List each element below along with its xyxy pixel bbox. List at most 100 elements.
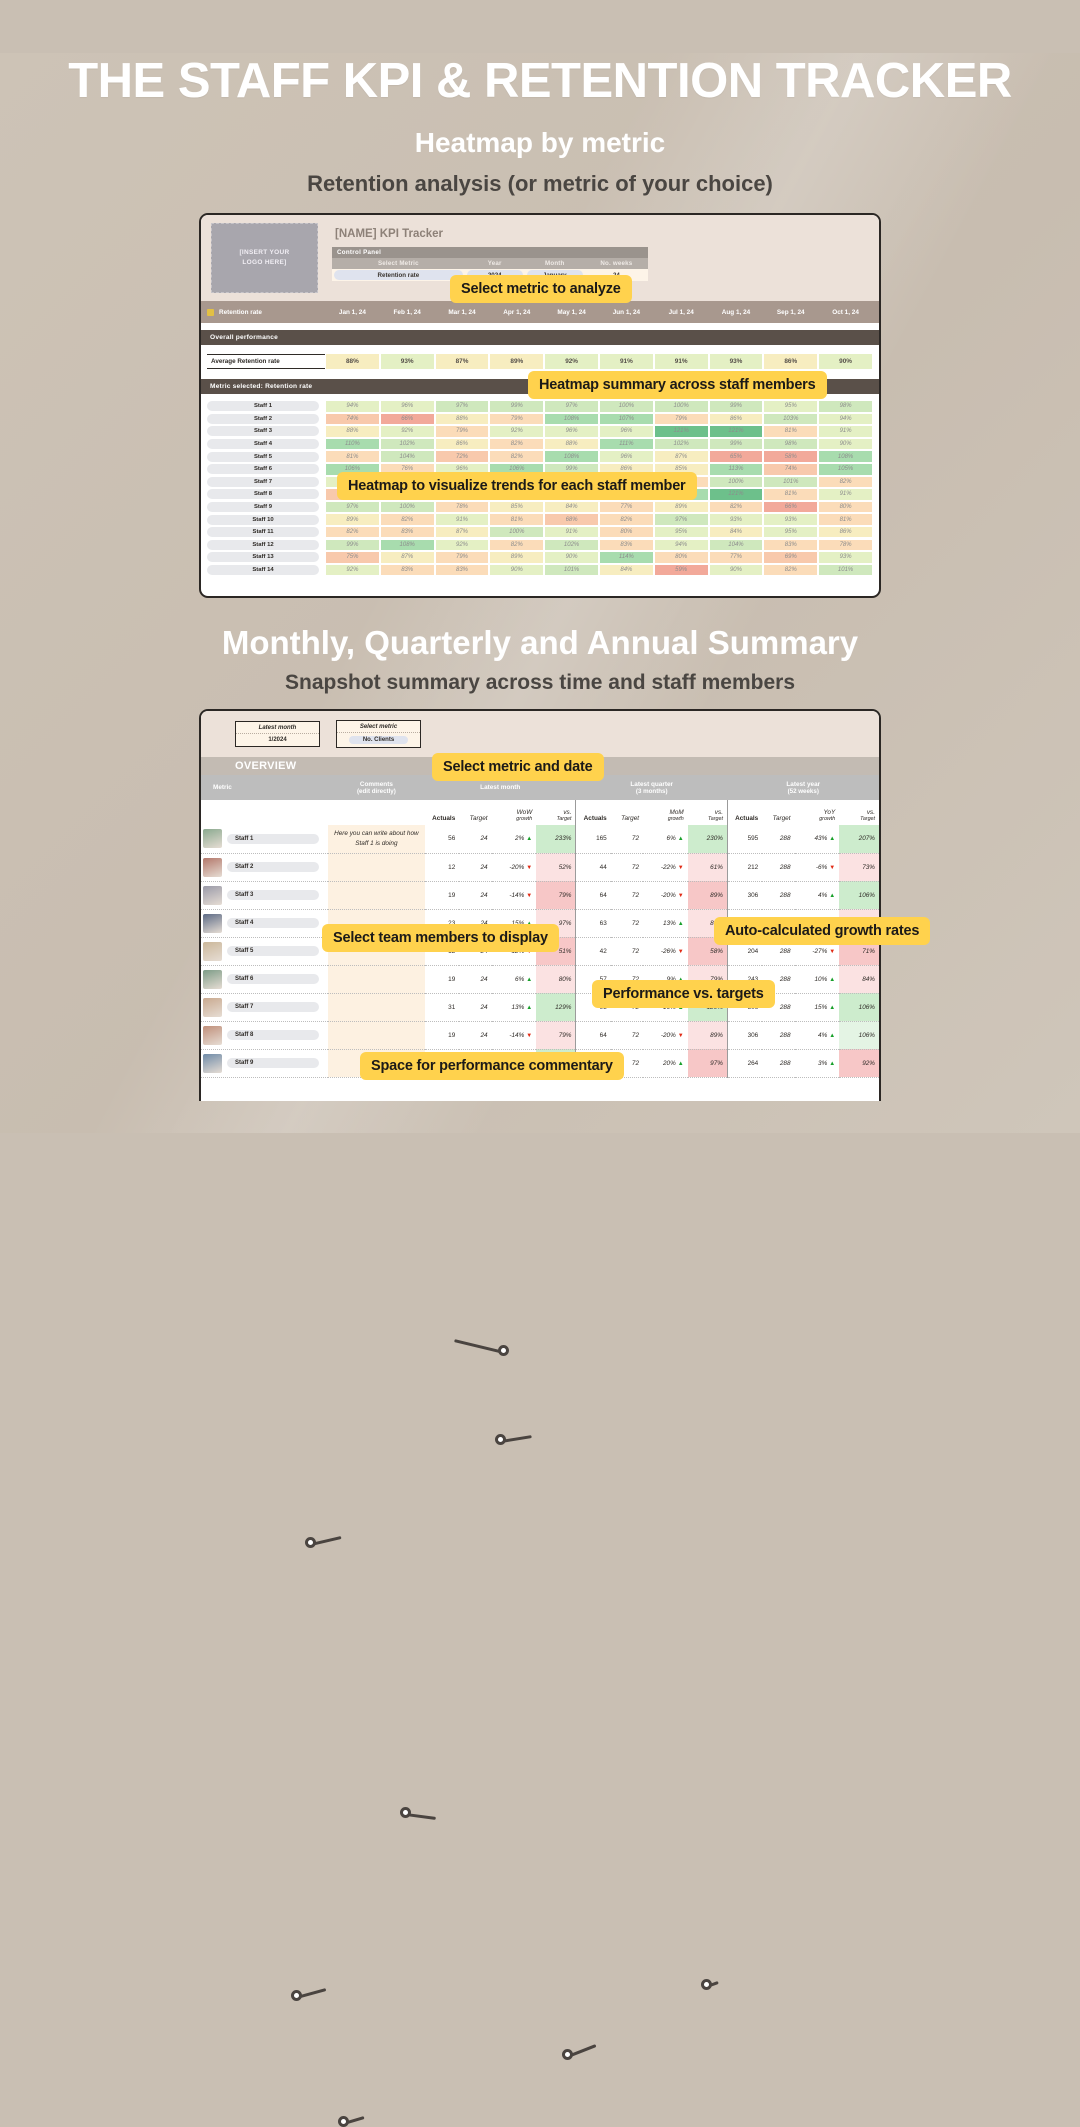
heatmap-row: Staff 10 89% 82% 91% 81% 68% 82% 97% 93% 93% 81% <box>207 513 873 526</box>
heatmap-cell: 100% <box>490 526 544 538</box>
staff-name-pill[interactable]: Staff 13 <box>207 552 319 563</box>
logo-placeholder[interactable]: [INSERT YOUR LOGO HERE] <box>211 223 318 293</box>
heatmap-cell: 101% <box>545 564 598 576</box>
staff-cell[interactable]: Staff 6 <box>201 965 329 994</box>
m-growth-cell: 13% ▲ <box>491 993 537 1022</box>
table-row: Staff 619246%▲80%57729%▲79%24328810%▲84% <box>201 965 879 994</box>
q-actuals-cell: 44 <box>575 853 611 882</box>
heatmap-row: Staff 5 81% 104% 72% 82% 108% 96% 87% 65% 58% 108% <box>207 450 873 463</box>
staff-name-pill[interactable]: Staff 6 <box>207 464 319 475</box>
header-comments: Comments (edit directly) <box>328 775 425 800</box>
staff-name-pill[interactable]: Staff 4 <box>207 439 319 450</box>
staff-cell[interactable]: Staff 7 <box>201 993 329 1022</box>
q-growth-cell: -20% ▼ <box>643 1021 688 1050</box>
heatmap-cell: 75% <box>326 552 379 563</box>
heatmap-cell: 88% <box>435 413 489 425</box>
heatmap-cell: 74% <box>326 413 379 425</box>
metric-select[interactable]: Retention rate <box>332 269 465 281</box>
y-actuals-cell: 306 <box>726 881 763 910</box>
q-growth-cell: 6% ▲ <box>643 825 688 854</box>
average-cell: 87% <box>435 354 489 369</box>
staff-name-pill[interactable]: Staff 2 <box>227 862 319 872</box>
staff-cell[interactable]: Staff 5 <box>201 937 329 966</box>
staff-name-pill[interactable]: Staff 1 <box>207 401 319 412</box>
header-latest-year: Latest year (52 weeks) <box>727 775 879 800</box>
staff-name-pill[interactable]: Staff 5 <box>207 451 319 462</box>
m-target-cell: 24 <box>459 881 492 910</box>
comment-cell[interactable] <box>328 881 425 910</box>
select-metric-value: No. Clients <box>348 736 409 744</box>
staff-name-pill[interactable]: Staff 7 <box>207 476 319 487</box>
q-target-cell: 72 <box>610 1021 644 1050</box>
staff-name-pill[interactable]: Staff 14 <box>207 565 319 576</box>
heatmap-cell: 90% <box>490 564 544 576</box>
heatmap-cell: 88% <box>326 426 379 437</box>
staff-cell[interactable]: Staff 3 <box>201 881 329 910</box>
staff-name-pill[interactable]: Staff 9 <box>227 1058 319 1068</box>
staff-cell[interactable]: Staff 8 <box>201 1021 329 1050</box>
heatmap-cell: 87% <box>654 451 708 462</box>
subheader-year-target: Target <box>772 815 791 822</box>
comment-cell[interactable] <box>328 965 425 994</box>
heatmap-cell: 82% <box>380 514 434 525</box>
staff-name-pill[interactable]: Staff 9 <box>207 502 319 513</box>
header-comments-sub: (edit directly) <box>356 787 396 795</box>
comment-cell[interactable] <box>328 1021 425 1050</box>
table-row: Staff 7312413%▲129%937216%▲129%30628815%… <box>201 993 879 1022</box>
tracker-title: [NAME] KPI Tracker <box>335 228 444 240</box>
staff-name-pill[interactable]: Staff 8 <box>207 489 319 500</box>
staff-name-pill[interactable]: Staff 12 <box>207 539 319 550</box>
select-metric-caption: Select metric <box>337 721 420 733</box>
staff-name-pill[interactable]: Staff 5 <box>227 946 319 956</box>
y-actuals-cell: 264 <box>726 1049 763 1078</box>
callout-heatmap-summary: Heatmap summary across staff members <box>528 371 827 399</box>
staff-name-pill[interactable]: Staff 10 <box>207 514 319 525</box>
callout-select-metric-and-date: Select metric and date <box>432 753 604 781</box>
staff-name-pill[interactable]: Staff 7 <box>227 1002 319 1012</box>
heatmap-cell: 81% <box>764 426 818 437</box>
comment-cell[interactable] <box>328 993 425 1022</box>
staff-cell[interactable]: Staff 2 <box>201 853 329 882</box>
heatmap-cell: 98% <box>819 401 872 412</box>
y-growth-cell: 3% ▲ <box>794 1049 840 1078</box>
staff-name-pill[interactable]: Staff 6 <box>227 974 319 984</box>
m-target-cell: 24 <box>459 965 492 994</box>
logo-placeholder-line2: LOGO HERE] <box>242 259 287 266</box>
staff-name-pill[interactable]: Staff 3 <box>207 426 319 437</box>
date-cell: Oct 1, 24 <box>832 308 859 316</box>
staff-name-pill[interactable]: Staff 3 <box>227 890 319 900</box>
header-latest-year-sub: (52 weeks) <box>787 787 819 795</box>
average-row-label: Average Retention rate <box>207 354 325 369</box>
staff-cell[interactable]: Staff 9 <box>201 1049 329 1078</box>
staff-name-pill[interactable]: Staff 2 <box>207 413 319 424</box>
heatmap-cell: 79% <box>435 426 489 437</box>
staff-name-pill[interactable]: Staff 4 <box>227 918 319 928</box>
heatmap-cell: 79% <box>654 413 708 425</box>
y-actuals-cell: 212 <box>726 853 763 882</box>
callout-space-for-commentary: Space for performance commentary <box>360 1052 624 1080</box>
subheader-month-growth: WoW growth <box>516 809 533 822</box>
heatmap-cell: 99% <box>709 438 763 450</box>
latest-month-selector[interactable]: Latest month 1/2024 <box>235 721 320 747</box>
heatmap-cell: 96% <box>599 426 653 437</box>
average-cell: 89% <box>490 354 544 369</box>
m-actuals-cell: 12 <box>424 853 460 882</box>
heatmap-cell: 91% <box>545 526 598 538</box>
heatmap-cell: 100% <box>654 401 708 412</box>
comment-cell[interactable]: Here you can write about how Staff 1 is … <box>328 825 425 854</box>
staff-name-pill[interactable]: Staff 1 <box>227 833 319 844</box>
heatmap-row: Staff 2 74% 66% 88% 79% 108% 107% 79% 86% 103% 94% <box>207 413 873 426</box>
q-vs-target-cell: 89% <box>687 881 728 910</box>
staff-name-pill[interactable]: Staff 11 <box>207 527 319 538</box>
heatmap-cell: 89% <box>490 552 544 563</box>
y-growth-cell: -6% ▼ <box>794 853 840 882</box>
heatmap-cell: 66% <box>764 501 818 513</box>
staff-cell[interactable]: Staff 1 <box>201 825 329 854</box>
staff-cell[interactable]: Staff 4 <box>201 909 329 938</box>
staff-name-pill[interactable]: Staff 8 <box>227 1030 319 1040</box>
summary-metric-selector[interactable]: Select metric No. Clients <box>336 720 421 748</box>
y-vs-target-cell: 73% <box>839 853 879 882</box>
date-cell: Sep 1, 24 <box>776 308 805 316</box>
comment-cell[interactable] <box>328 853 425 882</box>
q-vs-target-cell: 61% <box>687 853 728 882</box>
